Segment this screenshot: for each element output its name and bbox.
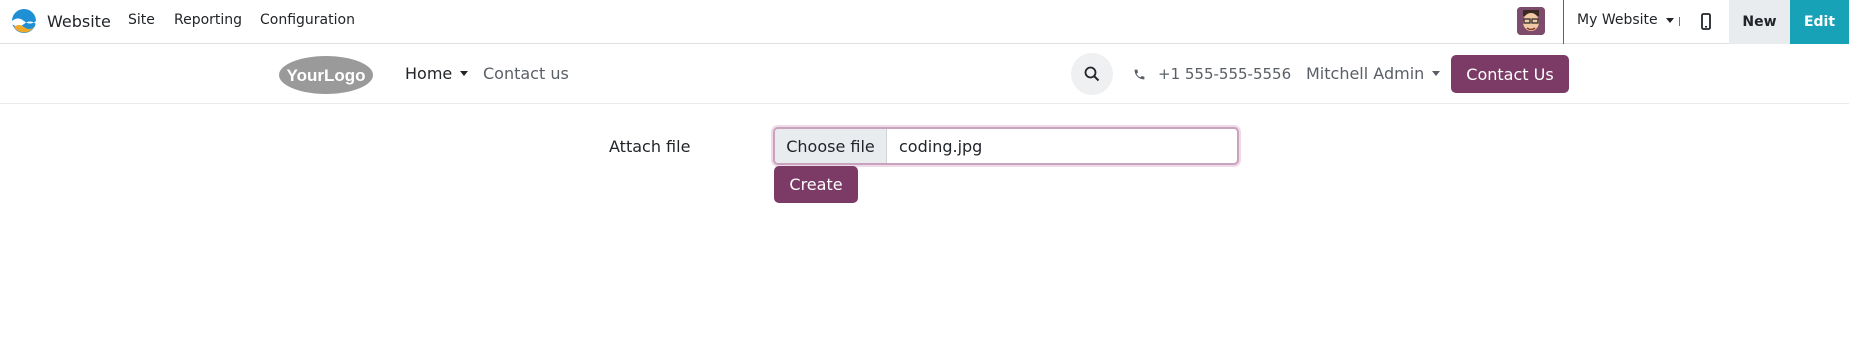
user-name: Mitchell Admin	[1306, 64, 1425, 83]
logo-text: YourLogo	[287, 66, 366, 85]
menu-reporting[interactable]: Reporting	[174, 12, 242, 28]
menu-site[interactable]: Site	[128, 12, 155, 28]
nav-home-label: Home	[405, 64, 453, 83]
nav-contact-us[interactable]: Contact us	[483, 64, 569, 83]
website-app-icon	[12, 9, 36, 33]
caret-down-icon	[1432, 71, 1441, 76]
caret-down-icon	[1665, 17, 1674, 23]
search-button[interactable]	[1071, 53, 1113, 95]
website-header: YourLogo Home Contact us +1 555-555-5556…	[0, 45, 1849, 104]
odoo-top-navbar: Website Site Reporting Configuration My …	[0, 0, 1849, 44]
selected-file-name: coding.jpg	[899, 136, 983, 156]
search-icon	[1084, 66, 1100, 82]
edit-button[interactable]: Edit	[1790, 0, 1849, 44]
file-input[interactable]: Choose file coding.jpg	[773, 127, 1239, 165]
phone-icon	[1134, 69, 1145, 79]
user-menu[interactable]: Mitchell Admin	[1306, 64, 1441, 83]
contact-us-button[interactable]: Contact Us	[1451, 55, 1569, 93]
divider	[1563, 0, 1564, 44]
mobile-preview-icon[interactable]	[1700, 12, 1712, 32]
company-logo[interactable]: YourLogo	[278, 54, 374, 96]
user-avatar[interactable]	[1517, 7, 1545, 35]
phone-link[interactable]: +1 555-555-5556	[1133, 65, 1291, 83]
choose-file-button[interactable]: Choose file	[775, 129, 887, 163]
menu-configuration[interactable]: Configuration	[260, 12, 355, 28]
avatar-face-icon	[1517, 7, 1545, 35]
app-name: Website	[47, 11, 111, 31]
phone-number: +1 555-555-5556	[1158, 65, 1292, 83]
app-brand[interactable]: Website	[11, 8, 111, 34]
website-switcher-label: My Website	[1577, 12, 1658, 28]
caret-down-icon	[460, 71, 469, 76]
nav-home[interactable]: Home	[405, 64, 469, 83]
create-button[interactable]: Create	[774, 166, 858, 203]
new-button[interactable]: New	[1729, 0, 1790, 44]
website-switcher[interactable]: My Website	[1577, 12, 1674, 28]
attach-file-label: Attach file	[609, 137, 691, 156]
divider	[1679, 17, 1680, 26]
